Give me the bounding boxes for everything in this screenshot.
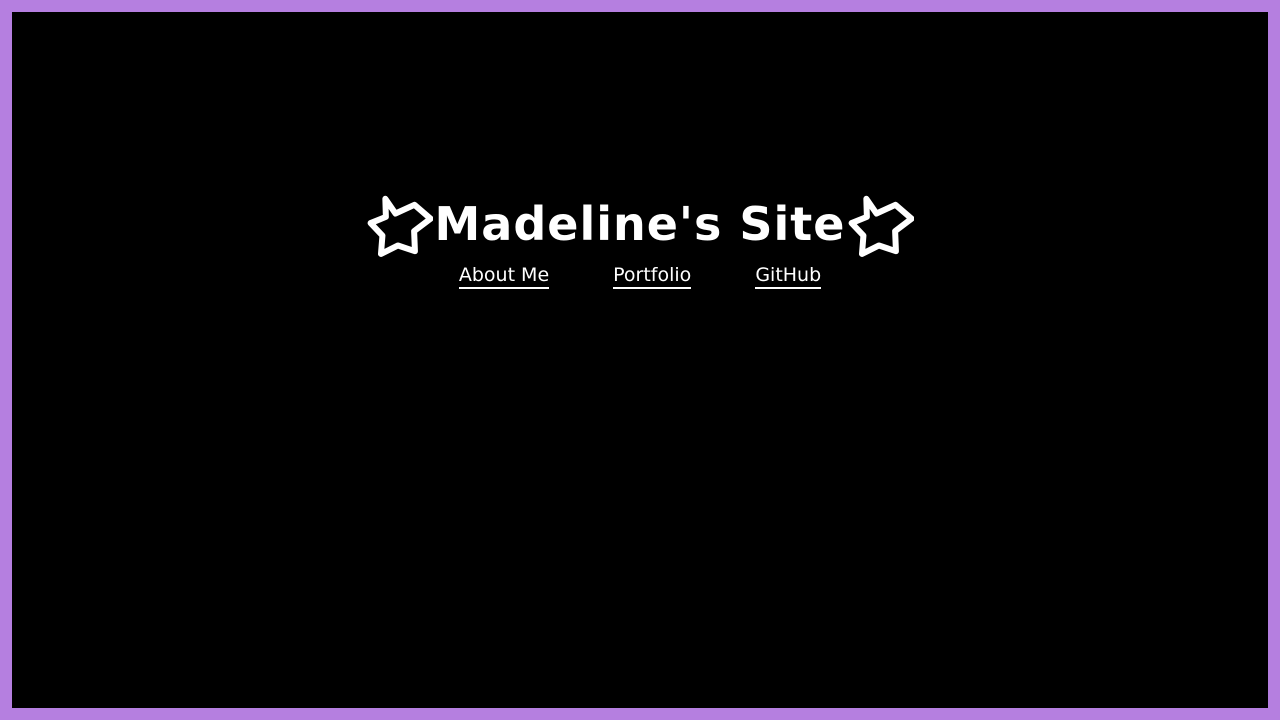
star-icon xyxy=(848,191,914,257)
site-title: Madeline's Site xyxy=(434,197,846,251)
title-row: Madeline's Site xyxy=(367,188,914,260)
site-header: Madeline's Site About Me Portfolio GitHu… xyxy=(12,188,1268,289)
page-frame: Madeline's Site About Me Portfolio GitHu… xyxy=(0,0,1280,720)
nav-link-github[interactable]: GitHub xyxy=(755,264,822,289)
star-icon xyxy=(367,191,433,257)
nav-link-about-me[interactable]: About Me xyxy=(458,264,550,289)
nav-link-portfolio[interactable]: Portfolio xyxy=(613,264,692,289)
main-nav: About Me Portfolio GitHub xyxy=(458,264,822,289)
